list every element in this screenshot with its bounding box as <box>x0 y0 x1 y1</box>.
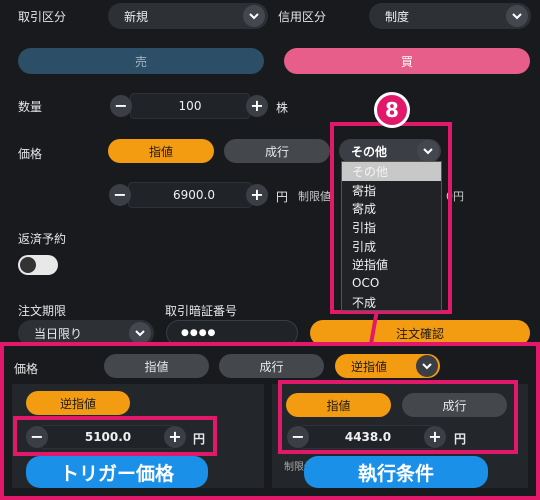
trigger-stop-button[interactable]: 逆指値 <box>26 391 130 415</box>
plus-icon[interactable]: + <box>246 184 268 206</box>
credit-type-label: 信用区分 <box>278 10 327 24</box>
step-badge: 8 <box>374 92 410 128</box>
password-label: 取引暗証番号 <box>165 304 238 318</box>
other-order-select[interactable]: その他 <box>339 139 441 163</box>
quantity-label: 数量 <box>18 100 43 114</box>
limit-range-label: 制限値 <box>298 190 331 203</box>
price-label: 価格 <box>18 147 43 161</box>
trade-type-label: 取引区分 <box>18 10 67 24</box>
sell-button[interactable]: 売 <box>18 48 264 74</box>
exec-condition-tag: 執行条件 <box>304 456 488 488</box>
dropdown-item[interactable]: 引指 <box>342 218 441 237</box>
price-input[interactable]: 6900.0 <box>128 182 252 208</box>
minus-icon[interactable]: − <box>109 184 131 206</box>
other-order-value: その他 <box>351 144 388 159</box>
order-period-value: 当日限り <box>34 326 83 341</box>
bottom-price-label: 価格 <box>14 362 39 376</box>
credit-type-select[interactable]: 制度 <box>369 3 531 29</box>
toggle-knob <box>20 257 36 273</box>
plus-icon[interactable]: + <box>164 426 186 448</box>
settle-reserve-label: 返済予約 <box>18 232 67 246</box>
quantity-unit: 株 <box>276 101 289 115</box>
dropdown-item[interactable]: OCO <box>342 274 441 293</box>
chevron-down-icon <box>417 140 439 162</box>
exec-price-unit: 円 <box>454 432 467 446</box>
price-unit: 円 <box>276 190 289 204</box>
trade-type-value: 新規 <box>124 9 149 24</box>
quantity-input[interactable]: 100 <box>130 93 250 119</box>
stop-order-select[interactable]: 逆指値 <box>335 354 440 378</box>
minus-icon[interactable]: − <box>26 426 48 448</box>
minus-icon[interactable]: − <box>110 95 132 117</box>
minus-icon[interactable]: − <box>287 426 309 448</box>
trigger-price-tag: トリガー価格 <box>26 456 208 488</box>
dropdown-item[interactable]: 寄成 <box>342 199 441 218</box>
dropdown-item[interactable]: その他 <box>342 162 441 181</box>
exec-price-input[interactable]: 4438.0 <box>300 425 436 449</box>
dropdown-item[interactable]: 逆指値 <box>342 255 441 274</box>
chevron-down-icon <box>416 355 438 377</box>
market-order-button[interactable]: 成行 <box>224 139 330 163</box>
bottom-market-button[interactable]: 成行 <box>219 354 324 378</box>
buy-button[interactable]: 買 <box>284 48 530 74</box>
chevron-down-icon <box>243 5 265 27</box>
chevron-down-icon <box>129 322 151 344</box>
chevron-down-icon <box>506 5 528 27</box>
dropdown-item[interactable]: 寄指 <box>342 181 441 200</box>
exec-market-button[interactable]: 成行 <box>402 393 507 417</box>
other-order-dropdown: その他 寄指 寄成 引指 引成 逆指値 OCO 不成 <box>341 161 442 311</box>
trigger-price-input[interactable]: 5100.0 <box>40 425 176 449</box>
trade-type-select[interactable]: 新規 <box>108 3 268 29</box>
plus-icon[interactable]: + <box>424 426 446 448</box>
order-period-label: 注文期限 <box>18 304 67 318</box>
dropdown-item[interactable]: 引成 <box>342 237 441 256</box>
trigger-price-unit: 円 <box>193 432 206 446</box>
credit-type-value: 制度 <box>385 9 410 24</box>
exec-limit-button[interactable]: 指値 <box>286 393 391 417</box>
bottom-limit-button[interactable]: 指値 <box>104 354 209 378</box>
stop-order-value: 逆指値 <box>351 359 388 374</box>
settle-reserve-toggle[interactable] <box>18 255 58 275</box>
limit-order-button[interactable]: 指値 <box>108 139 214 163</box>
dropdown-item[interactable]: 不成 <box>342 293 441 312</box>
plus-icon[interactable]: + <box>246 95 268 117</box>
